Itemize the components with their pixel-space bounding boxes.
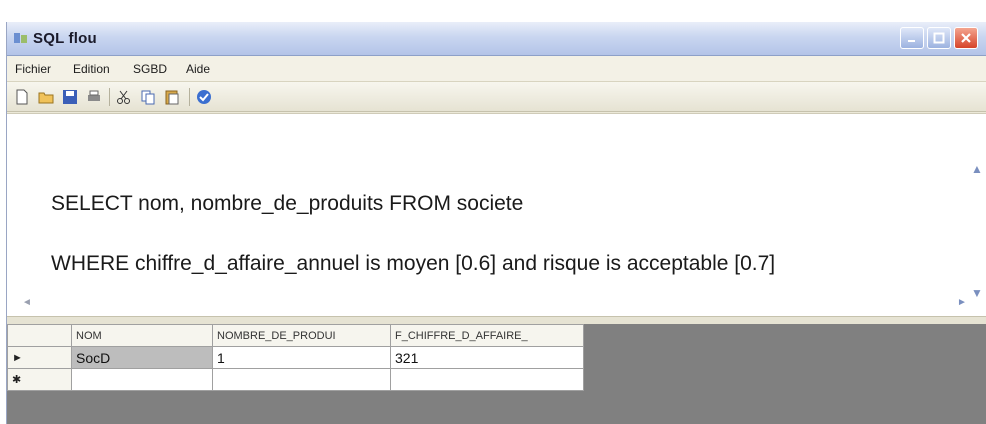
sql-app-icon — [14, 33, 27, 43]
sql-flou-window: SQL flou Fichier Edition SGBD Aide SELEC… — [6, 22, 986, 424]
save-icon[interactable] — [61, 88, 79, 106]
cut-icon[interactable] — [115, 88, 133, 106]
close-button[interactable] — [954, 27, 978, 49]
sql-line-select: SELECT nom, nombre_de_produits FROM soci… — [51, 192, 524, 215]
cell-chiffre-d-affaire[interactable] — [390, 368, 584, 391]
toolbar-separator — [109, 88, 110, 106]
column-header-nombre-de-produits[interactable]: NOMBRE_DE_PRODUI — [212, 324, 391, 347]
execute-icon[interactable] — [195, 88, 213, 106]
copy-icon[interactable] — [139, 88, 157, 106]
print-icon[interactable] — [85, 88, 103, 106]
menu-sgbd[interactable]: SGBD — [133, 62, 167, 76]
new-document-icon[interactable] — [13, 88, 31, 106]
scroll-up-arrow-icon[interactable]: ▲ — [971, 162, 983, 176]
table-row[interactable]: ► SocD 1 321 — [7, 346, 584, 369]
column-header-nom[interactable]: NOM — [71, 324, 213, 347]
new-row-indicator[interactable]: ✱ — [7, 368, 72, 391]
sql-editor[interactable]: SELECT nom, nombre_de_produits FROM soci… — [7, 113, 986, 316]
menu-edition[interactable]: Edition — [73, 62, 110, 76]
cell-chiffre-d-affaire[interactable]: 321 — [390, 346, 584, 369]
maximize-icon — [933, 32, 945, 44]
maximize-button[interactable] — [927, 27, 951, 49]
results-pane: NOM NOMBRE_DE_PRODUI F_CHIFFRE_D_AFFAIRE… — [7, 324, 986, 424]
minimize-icon — [908, 40, 915, 42]
cell-nombre-de-produits[interactable]: 1 — [212, 346, 391, 369]
menu-fichier[interactable]: Fichier — [15, 62, 51, 76]
toolbar — [7, 82, 986, 112]
column-header-chiffre-d-affaire[interactable]: F_CHIFFRE_D_AFFAIRE_ — [390, 324, 584, 347]
sql-line-where: WHERE chiffre_d_affaire_annuel is moyen … — [51, 252, 776, 275]
current-row-indicator[interactable]: ► — [7, 346, 72, 369]
open-folder-icon[interactable] — [37, 88, 55, 106]
title-bar[interactable]: SQL flou — [7, 22, 986, 56]
header-row: NOM NOMBRE_DE_PRODUI F_CHIFFRE_D_AFFAIRE… — [7, 324, 584, 347]
window-title: SQL flou — [33, 30, 97, 47]
table-row-new[interactable]: ✱ — [7, 368, 584, 391]
menu-bar: Fichier Edition SGBD Aide — [7, 56, 986, 82]
pane-splitter[interactable] — [7, 316, 986, 324]
cell-nom[interactable] — [71, 368, 213, 391]
cell-nom[interactable]: SocD — [71, 346, 213, 369]
scroll-down-arrow-icon[interactable]: ▼ — [971, 286, 983, 300]
toolbar-separator — [189, 88, 190, 106]
scroll-left-arrow-icon[interactable]: ◄ — [22, 297, 32, 308]
scroll-right-arrow-icon[interactable]: ► — [957, 297, 967, 308]
minimize-button[interactable] — [900, 27, 924, 49]
paste-icon[interactable] — [163, 88, 181, 106]
cell-nombre-de-produits[interactable] — [212, 368, 391, 391]
close-icon — [961, 33, 971, 43]
menu-aide[interactable]: Aide — [186, 62, 210, 76]
results-grid: NOM NOMBRE_DE_PRODUI F_CHIFFRE_D_AFFAIRE… — [7, 324, 584, 391]
corner-header — [7, 324, 72, 347]
